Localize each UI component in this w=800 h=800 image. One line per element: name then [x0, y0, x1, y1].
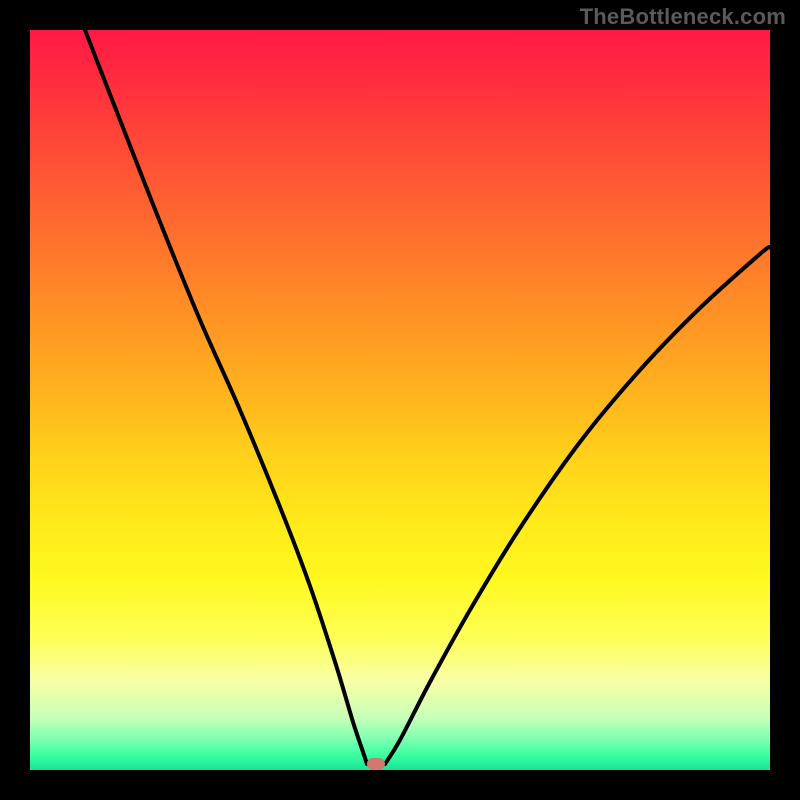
minimum-marker — [367, 758, 385, 770]
watermark-text: TheBottleneck.com — [580, 4, 786, 30]
plot-area — [30, 30, 770, 770]
curve-right-branch — [385, 247, 770, 764]
curve-left-branch — [85, 30, 367, 764]
chart-frame: TheBottleneck.com — [0, 0, 800, 800]
bottleneck-curve — [30, 30, 770, 770]
